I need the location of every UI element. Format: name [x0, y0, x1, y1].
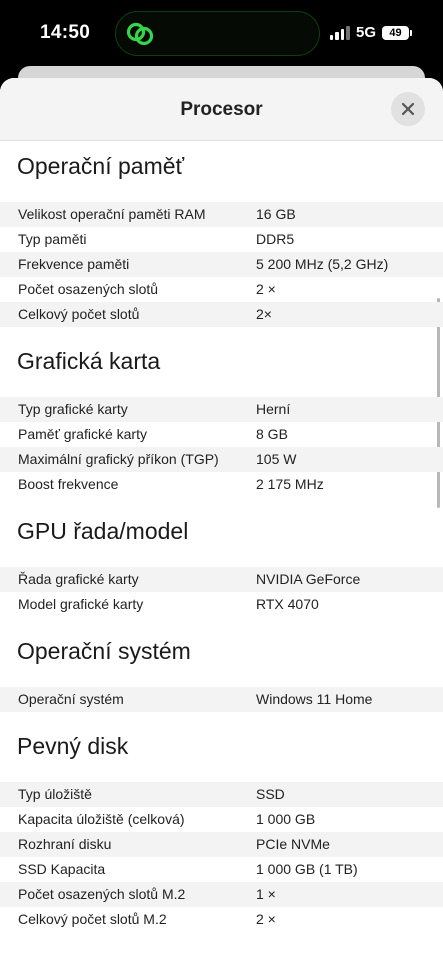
sheet-title: Procesor [180, 99, 263, 120]
row-value: NVIDIA GeForce [256, 571, 361, 587]
spec-table: Velikost operační paměti RAM 16 GB Typ pa… [0, 202, 443, 327]
row-value: 2 175 MHz [256, 476, 324, 492]
row-label: Paměť grafické karty [18, 426, 147, 442]
table-row: Frekvence paměti 5 200 MHz (5,2 GHz) [0, 252, 443, 277]
section-title: Operační paměť [17, 153, 185, 179]
row-value: 5 200 MHz (5,2 GHz) [256, 256, 389, 272]
row-label: Řada grafické karty [18, 571, 139, 587]
row-value: 8 GB [256, 426, 288, 442]
row-label: Počet osazených slotů M.2 [18, 886, 186, 902]
row-value: 1 000 GB (1 TB) [256, 861, 358, 877]
section-operating-system: Operační systém Operační systém Windows 1… [0, 639, 443, 712]
spec-table: Operační systém Windows 11 Home [0, 687, 443, 712]
row-value: 2 × [256, 281, 276, 297]
row-label: SSD Kapacita [18, 861, 106, 877]
row-label: Maximální grafický příkon (TGP) [18, 451, 219, 467]
row-label: Typ paměti [18, 231, 87, 247]
status-bar: 14:50 5G 49 [0, 0, 443, 70]
row-value: PCIe NVMe [256, 836, 330, 852]
table-row: Paměť grafické karty 8 GB [0, 422, 443, 447]
battery-icon: 49 [382, 25, 412, 40]
row-label: Rozhraní disku [18, 836, 112, 852]
row-value: DDR5 [256, 231, 295, 247]
row-label: Operační systém [18, 691, 124, 707]
spec-table: Typ úložiště SSD Kapacita úložiště (celko… [0, 782, 443, 932]
row-label: Celkový počet slotů [18, 306, 140, 322]
table-row: Rozhraní disku PCIe NVMe [0, 832, 443, 857]
table-row: Celkový počet slotů M.2 2 × [0, 907, 443, 932]
battery-level: 49 [389, 26, 402, 39]
table-row: Typ úložiště SSD [0, 782, 443, 807]
table-row: Boost frekvence 2 175 MHz [0, 472, 443, 497]
section-graphics-card: Grafická karta Typ grafické karty Herní P… [0, 349, 443, 497]
section-memory: Operační paměť Velikost operační paměti … [0, 154, 443, 327]
spec-table: Řada grafické karty NVIDIA GeForce Model … [0, 567, 443, 617]
section-title: GPU řada/model [17, 518, 189, 544]
section-storage: Pevný disk Typ úložiště SSD Kapacita úlož… [0, 734, 443, 932]
section-title: Grafická karta [17, 348, 161, 374]
row-label: Typ grafické karty [18, 401, 128, 417]
spec-table: Typ grafické karty Herní Paměť grafické k… [0, 397, 443, 497]
sheet-header: Procesor [0, 78, 443, 141]
row-value: SSD [256, 786, 285, 802]
status-indicators: 5G 49 [329, 24, 412, 41]
row-label: Typ úložiště [18, 786, 92, 802]
row-value: 16 GB [256, 206, 296, 222]
bottom-sheet: Procesor Operační paměť Velikost operačn… [0, 78, 443, 960]
row-label: Frekvence paměti [18, 256, 130, 272]
table-row: SSD Kapacita 1 000 GB (1 TB) [0, 857, 443, 882]
table-row: Maximální grafický příkon (TGP) 105 W [0, 447, 443, 472]
table-row: Počet osazených slotů M.2 1 × [0, 882, 443, 907]
table-row: Kapacita úložiště (celková) 1 000 GB [0, 807, 443, 832]
row-label: Počet osazených slotů [18, 281, 159, 297]
table-row: Typ paměti DDR5 [0, 227, 443, 252]
row-value: Windows 11 Home [256, 691, 373, 707]
network-type: 5G [355, 24, 376, 41]
row-label: Kapacita úložiště (celková) [18, 811, 185, 827]
table-row: Typ grafické karty Herní [0, 397, 443, 422]
row-value: 2× [256, 306, 272, 322]
table-row: Operační systém Windows 11 Home [0, 687, 443, 712]
close-icon [401, 102, 415, 116]
dynamic-island[interactable] [115, 11, 320, 56]
section-gpu-series: GPU řada/model Řada grafické karty NVIDIA… [0, 519, 443, 617]
row-label: Velikost operační paměti RAM [18, 206, 206, 222]
row-label: Model grafické karty [18, 596, 144, 612]
section-title: Pevný disk [17, 733, 129, 759]
row-value: 1 000 GB [256, 811, 316, 827]
link-rings-icon [126, 22, 154, 46]
section-title: Operační systém [17, 638, 191, 664]
row-value: 105 W [256, 451, 297, 467]
table-row: Celkový počet slotů 2× [0, 302, 443, 327]
row-label: Celkový počet slotů M.2 [18, 911, 167, 927]
table-row: Model grafické karty RTX 4070 [0, 592, 443, 617]
row-label: Boost frekvence [18, 476, 119, 492]
table-row: Řada grafické karty NVIDIA GeForce [0, 567, 443, 592]
row-value: RTX 4070 [256, 596, 319, 612]
cellular-signal-icon [329, 25, 350, 40]
row-value: 1 × [256, 886, 276, 902]
status-time: 14:50 [40, 22, 91, 43]
table-row: Velikost operační paměti RAM 16 GB [0, 202, 443, 227]
table-row: Počet osazených slotů 2 × [0, 277, 443, 302]
row-value: Herní [256, 401, 291, 417]
close-button[interactable] [391, 92, 425, 126]
row-value: 2 × [256, 911, 276, 927]
